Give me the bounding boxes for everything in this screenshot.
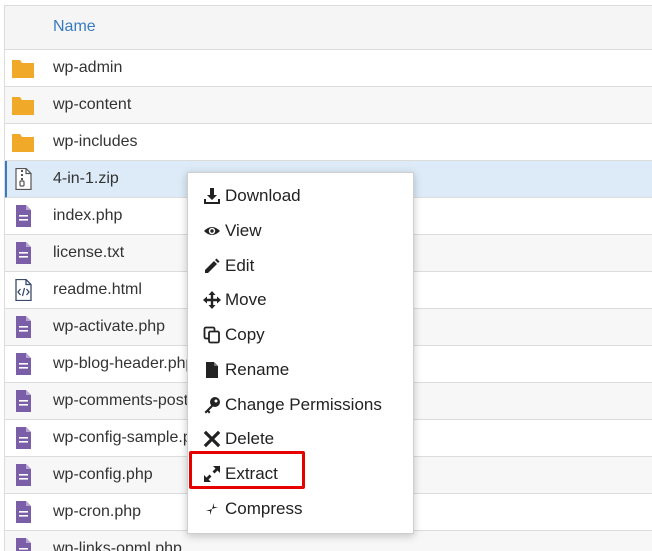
file-icon (203, 361, 221, 379)
menu-item-label: Change Permissions (225, 395, 382, 414)
file-name: readme.html (53, 281, 142, 298)
move-icon (203, 291, 221, 309)
menu-item-move[interactable]: Move (203, 285, 403, 315)
folder-icon (11, 57, 35, 79)
menu-item-download[interactable]: Download (203, 181, 403, 211)
file-name: wp-links-opml.php (53, 540, 182, 551)
copy-icon (203, 326, 221, 344)
menu-item-label: Delete (225, 429, 275, 448)
menu-item-label: Copy (225, 325, 265, 344)
file-icon (11, 316, 35, 338)
file-name: wp-cron.php (53, 503, 142, 520)
table-row[interactable]: wp-admin (5, 50, 652, 87)
file-name: index.php (53, 207, 123, 224)
menu-item-compress[interactable]: Compress (203, 494, 403, 524)
extract-highlight-box (189, 451, 305, 489)
file-icon (11, 390, 35, 412)
file-name: 4-in-1.zip (53, 170, 119, 187)
download-icon (203, 187, 221, 205)
menu-item-label: Edit (225, 256, 255, 275)
key-icon (203, 396, 221, 414)
file-icon (11, 464, 35, 486)
menu-item-label: Move (225, 290, 267, 309)
menu-item-label: Download (225, 186, 301, 205)
menu-item-rename[interactable]: Rename (203, 355, 403, 385)
file-name: wp-includes (53, 133, 138, 150)
zip-file-icon (11, 167, 35, 191)
file-name: license.txt (53, 244, 125, 261)
file-icon (11, 427, 35, 449)
menu-item-delete[interactable]: Delete (203, 424, 403, 454)
folder-icon (11, 131, 35, 153)
name-column-header[interactable]: Name (53, 18, 96, 36)
file-name: wp-blog-header.php (53, 355, 195, 372)
table-row[interactable]: wp-content (5, 87, 652, 124)
x-icon (203, 430, 221, 448)
menu-item-label: Rename (225, 360, 290, 379)
file-icon (11, 242, 35, 264)
file-icon (11, 353, 35, 375)
menu-item-label: View (225, 221, 262, 240)
file-name: wp-config.php (53, 466, 153, 483)
menu-item-change-permissions[interactable]: Change Permissions (203, 390, 403, 420)
menu-item-view[interactable]: View (203, 216, 403, 246)
menu-item-label: Compress (225, 499, 303, 518)
menu-item-edit[interactable]: Edit (203, 251, 403, 281)
compress-icon (203, 500, 221, 518)
folder-icon (11, 94, 35, 116)
file-icon (11, 205, 35, 227)
table-row[interactable]: wp-includes (5, 124, 652, 161)
file-icon (11, 538, 35, 551)
menu-item-copy[interactable]: Copy (203, 320, 403, 350)
file-icon (11, 501, 35, 523)
file-name: wp-admin (53, 59, 123, 76)
file-name: wp-content (53, 96, 132, 113)
file-name: wp-activate.php (53, 318, 166, 335)
code-file-icon (11, 278, 35, 302)
table-header: Name (5, 6, 652, 50)
pencil-icon (203, 257, 221, 275)
eye-icon (203, 222, 221, 240)
table-row[interactable]: wp-links-opml.php (5, 531, 652, 551)
